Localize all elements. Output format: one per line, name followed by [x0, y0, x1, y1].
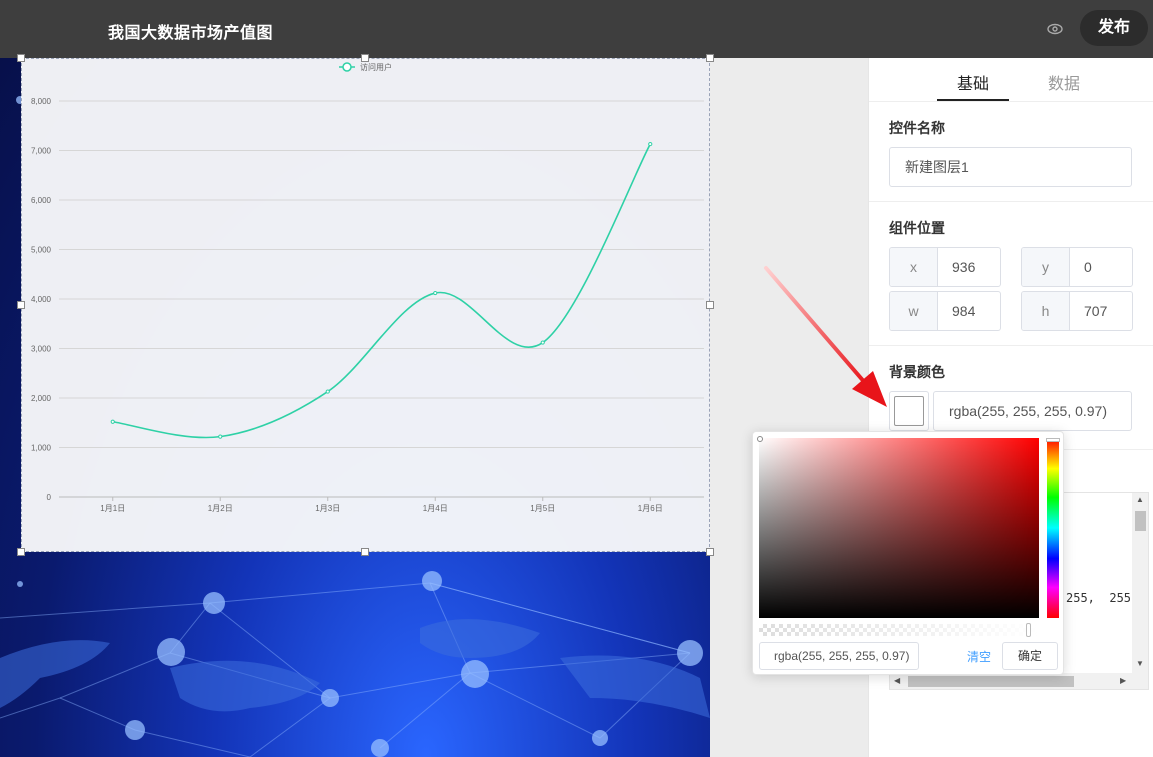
x-tick-label: 1月6日 — [638, 504, 663, 513]
resize-handle-bottom-center[interactable] — [361, 548, 369, 556]
y-tick-label: 8,000 — [31, 97, 52, 106]
resize-handle-middle-left[interactable] — [17, 301, 25, 309]
y-tick-label: 2,000 — [31, 394, 52, 403]
divider — [869, 345, 1153, 346]
y-tick-label: 5,000 — [31, 246, 52, 255]
w-field[interactable]: w 984 — [889, 291, 1001, 331]
scroll-left-icon[interactable]: ◀ — [894, 676, 900, 685]
scroll-right-icon[interactable]: ▶ — [1120, 676, 1126, 685]
y-field[interactable]: y 0 — [1021, 247, 1133, 287]
saturation-value-panel[interactable] — [757, 436, 1039, 618]
x-tick-label: 1月5日 — [530, 504, 555, 513]
x-field[interactable]: x 936 — [889, 247, 1001, 287]
alpha-slider[interactable] — [759, 623, 1039, 637]
chart-layer[interactable]: 0 1,000 2,000 3,000 4,000 5,000 6,000 7,000 8,00… — [21, 58, 710, 552]
clear-button[interactable]: 清空 — [967, 648, 991, 665]
resize-handle-bottom-right[interactable] — [706, 548, 714, 556]
hue-slider[interactable] — [1046, 438, 1060, 618]
y-value[interactable]: 0 — [1070, 248, 1132, 286]
color-value-input[interactable]: rgba(255, 255, 255, 0.97) — [759, 642, 919, 670]
resize-handle-bottom-left[interactable] — [17, 548, 25, 556]
color-picker-dropdown: rgba(255, 255, 255, 0.97) 清空 确定 — [752, 431, 1064, 675]
h-label: h — [1022, 292, 1070, 330]
y-tick-label: 6,000 — [31, 196, 52, 205]
alpha-slider-thumb[interactable] — [1026, 623, 1031, 637]
eye-icon[interactable] — [1046, 20, 1064, 38]
x-value[interactable]: 936 — [938, 248, 1000, 286]
confirm-button[interactable]: 确定 — [1002, 642, 1058, 670]
tab-data[interactable]: 数据 — [1048, 70, 1080, 94]
w-value[interactable]: 984 — [938, 292, 1000, 330]
legend-marker[interactable] — [342, 62, 352, 72]
publish-button[interactable]: 发布 — [1080, 10, 1148, 46]
scroll-thumb[interactable] — [908, 676, 1074, 687]
h-value[interactable]: 707 — [1070, 292, 1132, 330]
legend-label[interactable]: 访问用户 — [360, 62, 392, 72]
x-tick-label: 1月3日 — [315, 504, 340, 513]
x-tick-label: 1月2日 — [208, 504, 233, 513]
bg-color-field[interactable]: rgba(255, 255, 255, 0.97) — [933, 391, 1132, 431]
y-tick-label: 3,000 — [31, 345, 52, 354]
hue-slider-thumb[interactable] — [1046, 438, 1060, 442]
top-bar: 我国大数据市场产值图 发布 — [0, 0, 1153, 58]
resize-handle-top-center[interactable] — [361, 54, 369, 62]
x-label: x — [890, 248, 938, 286]
name-section-title: 控件名称 — [889, 120, 945, 136]
data-point[interactable] — [110, 419, 115, 424]
bg-color-section-title: 背景颜色 — [889, 364, 945, 380]
position-section-title: 组件位置 — [889, 220, 945, 236]
resize-handle-top-right[interactable] — [706, 54, 714, 62]
data-point[interactable] — [648, 141, 653, 147]
y-tick-label: 0 — [47, 493, 52, 502]
tab-basic[interactable]: 基础 — [957, 70, 989, 94]
y-tick-label: 7,000 — [31, 147, 52, 156]
alpha-gradient — [759, 624, 1039, 636]
y-tick-label: 4,000 — [31, 295, 52, 304]
panel-tabs: 基础 数据 — [869, 58, 1153, 102]
line-chart: 0 1,000 2,000 3,000 4,000 5,000 6,000 7,000 8,00… — [31, 62, 704, 513]
divider — [869, 201, 1153, 202]
resize-handle-top-left[interactable] — [17, 54, 25, 62]
page-title: 我国大数据市场产值图 — [108, 25, 274, 42]
w-label: w — [890, 292, 938, 330]
vertical-scrollbar[interactable]: ▲ ▼ — [1132, 493, 1148, 673]
sv-cursor[interactable] — [757, 436, 763, 442]
x-tick-label: 1月1日 — [100, 504, 125, 513]
horizontal-scrollbar[interactable]: ◀ ▶ — [890, 673, 1148, 689]
scroll-up-icon[interactable]: ▲ — [1136, 495, 1144, 504]
series-line — [112, 143, 651, 439]
scroll-thumb[interactable] — [1135, 511, 1146, 531]
y-tick-label: 1,000 — [31, 444, 52, 453]
data-point[interactable] — [540, 340, 545, 345]
scroll-down-icon[interactable]: ▼ — [1136, 659, 1144, 668]
data-point[interactable] — [218, 434, 223, 439]
code-text: 255, 255, — [1066, 591, 1139, 605]
layer-name-field[interactable]: 新建图层1 — [889, 147, 1132, 187]
y-label: y — [1022, 248, 1070, 286]
data-point[interactable] — [433, 290, 438, 296]
h-field[interactable]: h 707 — [1021, 291, 1133, 331]
bg-color-swatch[interactable] — [889, 391, 929, 431]
resize-handle-middle-right[interactable] — [706, 301, 714, 309]
swatch-color-preview — [894, 396, 924, 426]
x-tick-label: 1月4日 — [423, 504, 448, 513]
data-point[interactable] — [325, 389, 330, 394]
active-tab-indicator — [937, 99, 1009, 101]
